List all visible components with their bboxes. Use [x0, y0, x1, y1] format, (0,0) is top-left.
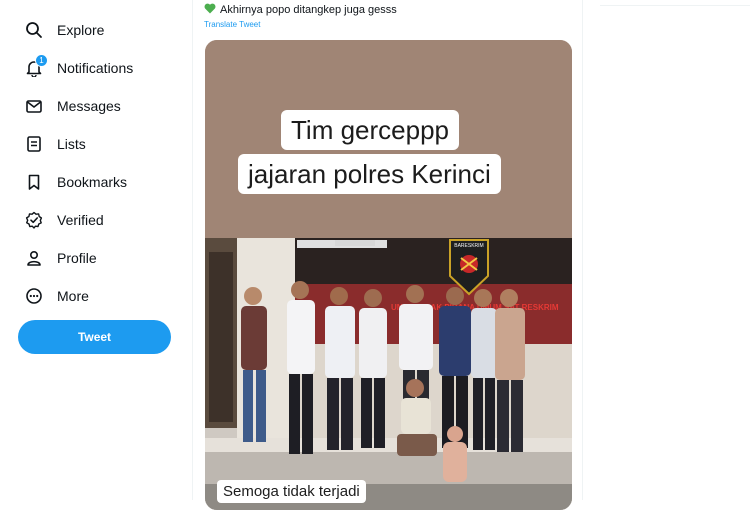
sidebar-item-lists[interactable]: Lists	[24, 130, 86, 158]
green-heart-icon	[204, 3, 216, 17]
tweet-text: Akhirnya popo ditangkep juga gesss	[204, 3, 397, 17]
envelope-icon	[24, 96, 44, 116]
column-divider	[582, 0, 583, 500]
sidebar-item-bookmarks[interactable]: Bookmarks	[24, 168, 127, 196]
sidebar: Explore 1 Notifications Messages Lists B…	[0, 0, 192, 500]
sidebar-item-explore[interactable]: Explore	[24, 16, 104, 44]
sidebar-item-label: More	[57, 288, 89, 304]
bookmark-icon	[24, 172, 44, 192]
sidebar-item-more[interactable]: More	[24, 282, 89, 310]
sidebar-item-messages[interactable]: Messages	[24, 92, 121, 120]
sidebar-item-label: Profile	[57, 250, 97, 266]
group-photo: BARESKRIM UNIT TINDAK PIDANA UMUM SAT RE…	[205, 238, 572, 510]
caption-line-2: jajaran polres Kerinci	[238, 154, 501, 194]
photo-scene: BARESKRIM UNIT TINDAK PIDANA UMUM SAT RE…	[205, 238, 572, 510]
sidebar-item-label: Bookmarks	[57, 174, 128, 190]
sidebar-item-label: Notifications	[57, 60, 134, 76]
caption-panel: Tim gerceppp jajaran polres Kerinci	[205, 40, 572, 238]
tweet-body-text: Akhirnya popo ditangkep juga gesss	[220, 4, 397, 16]
sidebar-item-label: Verified	[57, 212, 104, 228]
search-icon	[24, 20, 44, 40]
bell-icon: 1	[24, 54, 48, 78]
logo-text: BARESKRIM	[454, 243, 483, 249]
more-circle-icon	[24, 286, 44, 306]
verified-icon	[24, 210, 44, 230]
tweet-media-image[interactable]: Tim gerceppp jajaran polres Kerinci BARE…	[205, 40, 572, 510]
sidebar-item-label: Lists	[57, 136, 86, 152]
person-icon	[24, 248, 44, 268]
tweet-button[interactable]: Tweet	[18, 320, 171, 354]
notification-badge: 1	[35, 54, 48, 67]
sidebar-item-verified[interactable]: Verified	[24, 206, 104, 234]
list-icon	[24, 134, 44, 154]
sidebar-item-label: Messages	[57, 98, 121, 114]
right-panel-edge	[600, 5, 750, 6]
translate-tweet-link[interactable]: Translate Tweet	[204, 20, 260, 29]
sidebar-item-label: Explore	[57, 22, 105, 38]
caption-line-1: Tim gerceppp	[281, 110, 459, 150]
sidebar-item-notifications[interactable]: 1 Notifications	[24, 54, 133, 82]
sidebar-item-profile[interactable]: Profile	[24, 244, 97, 272]
column-divider	[192, 0, 193, 500]
